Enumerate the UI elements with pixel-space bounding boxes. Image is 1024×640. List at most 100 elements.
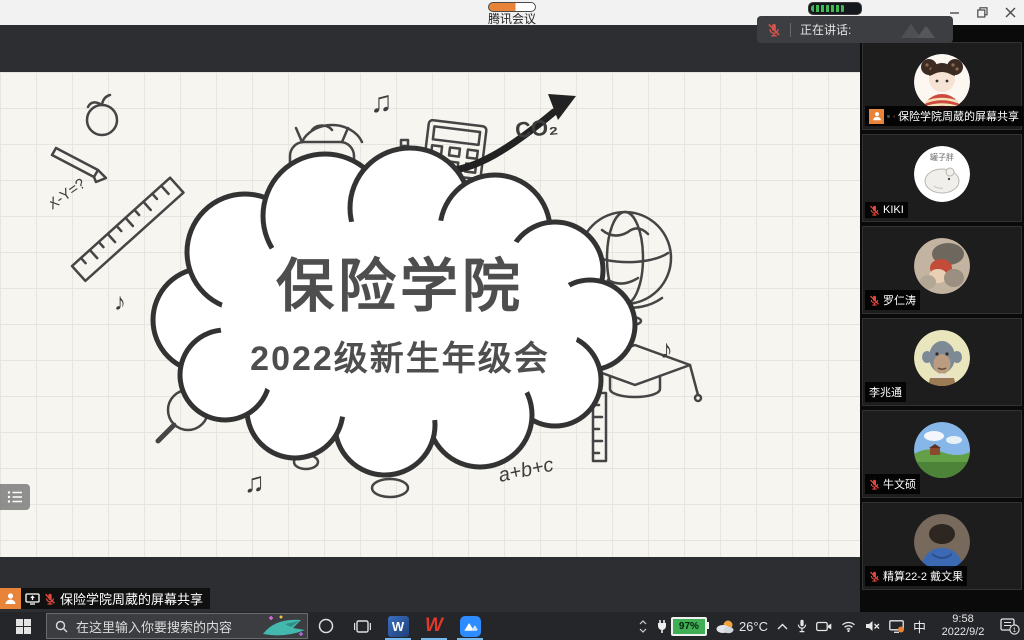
chevron-down-icon	[639, 628, 647, 633]
participant-name-tag: 牛文硕	[865, 474, 920, 494]
slide-title: 保险学院	[276, 254, 524, 319]
participant-name-tag: KIKI	[865, 202, 908, 218]
divider	[790, 23, 791, 37]
temperature-label: 26°C	[739, 619, 768, 634]
share-banner-text: 保险学院周葳的屏幕共享	[60, 589, 203, 608]
taskbar-app-wps[interactable]: W	[416, 612, 452, 640]
battery-icon: 97%	[671, 617, 707, 636]
window-controls	[948, 0, 1016, 25]
tencent-meeting-icon	[460, 616, 481, 637]
participant-tile[interactable]: 牛文硕	[862, 410, 1022, 498]
cortana-icon	[318, 618, 334, 634]
participant-name-tag: 精算22-2 戴文果	[865, 566, 967, 586]
close-button[interactable]	[1004, 7, 1016, 19]
avatar	[914, 514, 970, 570]
doodle-formula-text: X-Y=?	[50, 175, 89, 213]
avatar	[914, 330, 970, 386]
camera-tray-icon[interactable]	[816, 621, 832, 632]
participant-name-tag: 罗仁涛	[865, 290, 920, 310]
now-speaking-bar[interactable]: 正在讲话:	[757, 16, 953, 43]
avatar	[914, 54, 970, 110]
notification-count: 1	[1013, 627, 1017, 634]
muted-mic-icon	[869, 479, 880, 490]
participant-name: KIKI	[883, 204, 904, 216]
taskbar-search-input[interactable]: 在这里输入你要搜索的内容	[46, 613, 308, 639]
tray-time: 9:58	[935, 613, 991, 626]
participant-name-tag: 李兆通	[865, 382, 906, 402]
avatar-caption: 罐子胖	[930, 152, 954, 162]
recording-progress-capsule	[488, 2, 536, 12]
word-icon: W	[388, 616, 409, 637]
muted-mic-icon	[44, 593, 56, 605]
muted-mic-icon	[893, 111, 895, 122]
taskbar-app-meeting[interactable]	[452, 612, 488, 640]
muted-mic-icon	[767, 23, 781, 37]
participant-name: 李兆通	[869, 384, 902, 400]
hidden-icons-chevron[interactable]	[777, 623, 788, 630]
participant-tile[interactable]: 李兆通	[862, 318, 1022, 406]
cortana-button[interactable]	[308, 612, 344, 640]
restore-button[interactable]	[976, 7, 988, 19]
windows-logo-icon	[16, 619, 31, 634]
annotation-panel-toggle[interactable]	[0, 484, 30, 510]
battery-indicator[interactable]: 97%	[656, 617, 707, 636]
battery-percent: 97%	[679, 621, 699, 632]
muted-mic-icon	[869, 295, 880, 306]
participant-tile[interactable]: 罐子胖 KIKI	[862, 134, 1022, 222]
participant-tile[interactable]: 保险学院周葳的屏幕共享	[862, 42, 1022, 130]
slide-subtitle: 2022级新生年级会	[250, 340, 550, 378]
audio-level-meter	[808, 2, 862, 15]
avatar	[914, 422, 970, 478]
shared-screen: CO₂ X-Y=? a+b+c ♪ ♫ ♪ ♫ 保险学院 2022级新生年级会	[0, 25, 860, 612]
action-center-icon[interactable]: 1	[1000, 618, 1020, 635]
participant-tile[interactable]: 精算22-2 戴文果	[862, 502, 1022, 590]
taskbar: 在这里输入你要搜索的内容 W W	[0, 612, 1024, 640]
avatar: 罐子胖	[914, 146, 970, 202]
doodle-co2-text: CO₂	[514, 114, 559, 143]
participant-sidebar: 保险学院周葳的屏幕共享 罐子胖	[860, 25, 1024, 612]
slide-grid-paper: CO₂ X-Y=? a+b+c ♪ ♫ ♪ ♫ 保险学院 2022级新生年级会	[0, 72, 860, 557]
screen-share-icon	[887, 111, 890, 122]
avatar	[914, 238, 970, 294]
list-icon	[7, 490, 23, 504]
search-placeholder: 在这里输入你要搜索的内容	[76, 617, 232, 636]
meeting-window: 腾讯会议	[0, 0, 1024, 640]
muted-mic-icon	[869, 571, 880, 582]
tray-clock[interactable]: 9:58 2022/9/2	[935, 613, 991, 639]
meeting-logo-watermark	[897, 20, 943, 40]
presenter-icon	[0, 588, 21, 609]
speaking-label: 正在讲话:	[800, 21, 851, 38]
participant-name: 牛文硕	[883, 476, 916, 492]
music-note-icon: ♪	[660, 334, 673, 364]
mic-tray-icon[interactable]	[797, 619, 807, 633]
power-plug-icon	[656, 619, 668, 633]
chevron-up-icon	[639, 620, 647, 625]
taskbar-app-word[interactable]: W	[380, 612, 416, 640]
participant-tile[interactable]: 罗仁涛	[862, 226, 1022, 314]
start-button[interactable]	[0, 612, 46, 640]
participant-name-tag: 保险学院周葳的屏幕共享	[865, 106, 1023, 126]
participant-name: 精算22-2 戴文果	[883, 568, 963, 584]
tray-date: 2022/9/2	[935, 626, 991, 639]
muted-mic-icon	[869, 205, 880, 216]
music-note-icon: ♪	[114, 289, 126, 316]
participant-name: 罗仁涛	[883, 292, 916, 308]
screen-share-banner: 保险学院周葳的屏幕共享	[0, 588, 210, 609]
presenter-icon	[869, 109, 884, 124]
search-highlights-decoration	[255, 614, 307, 640]
ime-indicator[interactable]: 中	[913, 617, 926, 636]
music-note-icon: ♫	[370, 86, 393, 119]
weather-widget[interactable]: 26°C	[716, 619, 768, 634]
slide-doodle-art: CO₂ X-Y=? a+b+c ♪ ♫ ♪ ♫ 保险学院 2022级新生年级会	[50, 80, 810, 555]
speaker-muted-icon[interactable]	[865, 620, 880, 632]
search-icon	[55, 620, 68, 633]
wps-icon: W	[425, 616, 443, 636]
participant-name: 保险学院周葳的屏幕共享	[898, 108, 1019, 124]
display-share-tray-icon[interactable]	[889, 620, 904, 633]
task-view-button[interactable]	[344, 612, 380, 640]
system-tray: 97% 26°C	[639, 613, 1024, 639]
task-view-icon	[354, 619, 371, 634]
wifi-icon[interactable]	[841, 621, 856, 632]
screen-share-icon	[25, 593, 40, 605]
tray-scroll-arrows[interactable]	[639, 620, 647, 633]
